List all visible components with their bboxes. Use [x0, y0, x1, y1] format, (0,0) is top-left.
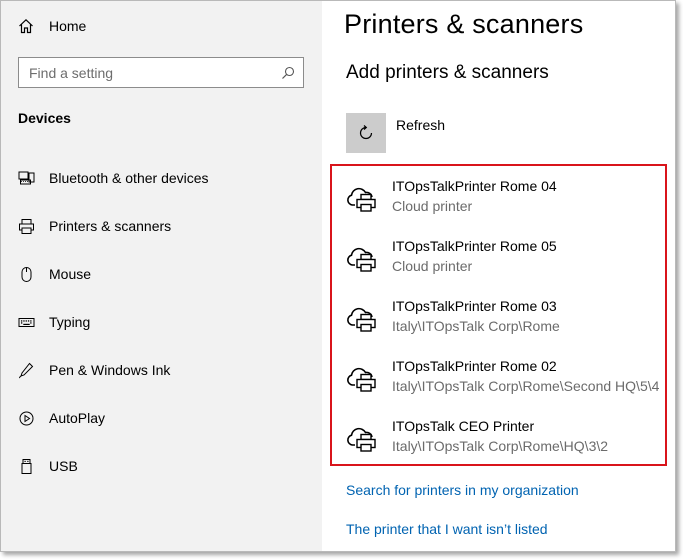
- printer-name: ITOpsTalkPrinter Rome 02: [392, 358, 557, 374]
- printer-item[interactable]: ITOpsTalkPrinter Rome 04 Cloud printer: [346, 178, 666, 228]
- refresh-label[interactable]: Refresh: [396, 117, 445, 133]
- printer-name: ITOpsTalkPrinter Rome 04: [392, 178, 557, 194]
- printer-item[interactable]: ITOpsTalkPrinter Rome 02 Italy\ITOpsTalk…: [346, 358, 666, 408]
- keyboard-icon: [18, 314, 35, 331]
- refresh-icon: [359, 125, 373, 140]
- printer-description: Cloud printer: [392, 198, 473, 214]
- sidebar-item-label: Bluetooth & other devices: [49, 170, 209, 186]
- printer-description: Italy\ITOpsTalk Corp\Rome: [392, 318, 560, 334]
- printer-description: Italy\ITOpsTalk Corp\Rome\Second HQ\5\4: [392, 378, 660, 394]
- page-title: Printers & scanners: [344, 9, 584, 39]
- usb-icon: [18, 458, 35, 475]
- sidebar-item-label: AutoPlay: [49, 410, 106, 426]
- sidebar-item-label: Typing: [49, 314, 91, 330]
- search-icon[interactable]: [281, 66, 295, 80]
- sidebar-item-pen[interactable]: Pen & Windows Ink: [18, 359, 308, 381]
- mouse-icon: [18, 266, 35, 283]
- printer-description: Cloud printer: [392, 258, 473, 274]
- sidebar-item-typing[interactable]: Typing: [18, 311, 308, 333]
- cloud-printer-icon: [347, 187, 376, 212]
- home-icon: [19, 18, 33, 34]
- sidebar-item-printers[interactable]: Printers & scanners: [18, 215, 308, 237]
- pen-icon: [18, 362, 35, 379]
- refresh-button[interactable]: [346, 113, 386, 153]
- cloud-printer-icon: [347, 307, 376, 332]
- printer-item[interactable]: ITOpsTalk CEO Printer Italy\ITOpsTalk Co…: [346, 418, 666, 468]
- cloud-printer-icon: [347, 367, 376, 392]
- section-title-devices: Devices: [18, 110, 71, 126]
- printer-name: ITOpsTalkPrinter Rome 03: [392, 298, 557, 314]
- printer-not-listed-link[interactable]: The printer that I want isn’t listed: [346, 521, 548, 537]
- search-input[interactable]: [19, 63, 281, 82]
- cloud-printer-icon: [347, 427, 376, 452]
- sidebar-item-autoplay[interactable]: AutoPlay: [18, 407, 308, 429]
- main-content: Printers & scanners Add printers & scann…: [322, 1, 675, 551]
- search-org-printers-link[interactable]: Search for printers in my organization: [346, 482, 579, 498]
- cloud-printer-icon: [347, 247, 376, 272]
- autoplay-icon: [18, 410, 35, 427]
- home-nav[interactable]: Home: [18, 15, 86, 37]
- sidebar: Home Devices Bluetooth & other devices: [1, 1, 322, 551]
- printer-item[interactable]: ITOpsTalkPrinter Rome 05 Cloud printer: [346, 238, 666, 288]
- printer-item[interactable]: ITOpsTalkPrinter Rome 03 Italy\ITOpsTalk…: [346, 298, 666, 348]
- printer-icon: [18, 218, 35, 235]
- sidebar-item-label: USB: [49, 458, 78, 474]
- sidebar-item-mouse[interactable]: Mouse: [18, 263, 308, 285]
- home-label: Home: [49, 18, 87, 34]
- sidebar-item-label: Pen & Windows Ink: [49, 362, 171, 378]
- bluetooth-devices-icon: [18, 170, 35, 187]
- printer-name: ITOpsTalkPrinter Rome 05: [392, 238, 557, 254]
- sidebar-item-bluetooth[interactable]: Bluetooth & other devices: [18, 167, 308, 189]
- printer-description: Italy\ITOpsTalk Corp\Rome\HQ\3\2: [392, 438, 609, 454]
- printer-name: ITOpsTalk CEO Printer: [392, 418, 535, 434]
- search-box[interactable]: [18, 57, 304, 88]
- sidebar-item-usb[interactable]: USB: [18, 455, 308, 477]
- sidebar-item-label: Mouse: [49, 266, 92, 282]
- sidebar-item-label: Printers & scanners: [49, 218, 172, 234]
- settings-window: Home Devices Bluetooth & other devices: [0, 0, 676, 552]
- section-heading-add: Add printers & scanners: [346, 62, 549, 83]
